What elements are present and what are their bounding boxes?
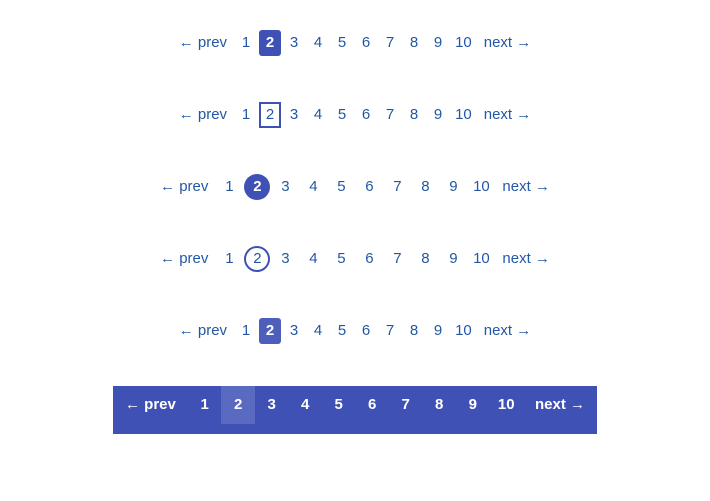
page-button-9[interactable]: 9 — [427, 318, 449, 344]
prev-button[interactable]: ← prev — [173, 318, 233, 344]
pagination-bar-full: ← prev12345678910next → — [113, 386, 597, 434]
next-button[interactable]: next → — [496, 246, 556, 272]
page-button-10[interactable]: 10 — [468, 246, 494, 272]
page-button-6[interactable]: 6 — [356, 174, 382, 200]
page-button-4[interactable]: 4 — [307, 30, 329, 56]
page-button-9[interactable]: 9 — [456, 386, 490, 424]
page-button-8[interactable]: 8 — [412, 174, 438, 200]
prev-button[interactable]: ← prev — [173, 30, 233, 56]
prev-button[interactable]: ← prev — [113, 386, 188, 424]
page-button-3[interactable]: 3 — [283, 318, 305, 344]
page-button-1[interactable]: 1 — [216, 246, 242, 272]
prev-button[interactable]: ← prev — [154, 246, 214, 272]
prev-button[interactable]: ← prev — [173, 102, 233, 128]
page-button-2[interactable]: 2 — [259, 30, 281, 56]
page-button-4[interactable]: 4 — [288, 386, 322, 424]
pagination-circle-filled: ← prev12345678910next → — [105, 164, 605, 236]
page-button-8[interactable]: 8 — [412, 246, 438, 272]
page-button-4[interactable]: 4 — [307, 102, 329, 128]
page-button-2[interactable]: 2 — [244, 174, 270, 200]
page-button-1[interactable]: 1 — [235, 30, 257, 56]
page-button-10[interactable]: 10 — [451, 318, 476, 344]
page-button-3[interactable]: 3 — [272, 246, 298, 272]
next-button[interactable]: next → — [523, 386, 597, 424]
page-button-9[interactable]: 9 — [427, 30, 449, 56]
page-button-7[interactable]: 7 — [384, 174, 410, 200]
page-button-6[interactable]: 6 — [355, 30, 377, 56]
page-button-8[interactable]: 8 — [403, 102, 425, 128]
page-button-2[interactable]: 2 — [259, 102, 281, 128]
page-button-10[interactable]: 10 — [468, 174, 494, 200]
pagination-square-filled: ← prev12345678910next → — [105, 20, 605, 92]
page-button-3[interactable]: 3 — [272, 174, 298, 200]
page-button-3[interactable]: 3 — [255, 386, 289, 424]
pagination-square-outline: ← prev12345678910next → — [105, 92, 605, 164]
page-button-10[interactable]: 10 — [490, 386, 524, 424]
page-button-9[interactable]: 9 — [440, 246, 466, 272]
page-button-6[interactable]: 6 — [356, 246, 382, 272]
page-button-9[interactable]: 9 — [427, 102, 449, 128]
prev-button[interactable]: ← prev — [154, 174, 214, 200]
page-button-4[interactable]: 4 — [300, 174, 326, 200]
page-button-1[interactable]: 1 — [188, 386, 222, 424]
page-button-10[interactable]: 10 — [451, 30, 476, 56]
next-button[interactable]: next → — [478, 30, 538, 56]
page-button-5[interactable]: 5 — [331, 102, 353, 128]
page-button-3[interactable]: 3 — [283, 30, 305, 56]
page-button-10[interactable]: 10 — [451, 102, 476, 128]
page-button-1[interactable]: 1 — [235, 102, 257, 128]
next-button[interactable]: next → — [478, 318, 538, 344]
page-button-7[interactable]: 7 — [379, 30, 401, 56]
next-button[interactable]: next → — [496, 174, 556, 200]
page-button-5[interactable]: 5 — [328, 246, 354, 272]
page-button-6[interactable]: 6 — [355, 318, 377, 344]
page-button-4[interactable]: 4 — [300, 246, 326, 272]
page-button-5[interactable]: 5 — [331, 318, 353, 344]
pagination-circle-outline: ← prev12345678910next → — [105, 236, 605, 308]
page-button-1[interactable]: 1 — [216, 174, 242, 200]
page-button-2[interactable]: 2 — [259, 318, 281, 344]
page-button-5[interactable]: 5 — [328, 174, 354, 200]
page-button-6[interactable]: 6 — [355, 102, 377, 128]
page-button-7[interactable]: 7 — [379, 102, 401, 128]
next-button[interactable]: next → — [478, 102, 538, 128]
page-button-5[interactable]: 5 — [322, 386, 356, 424]
page-button-3[interactable]: 3 — [283, 102, 305, 128]
page-button-8[interactable]: 8 — [422, 386, 456, 424]
page-button-4[interactable]: 4 — [307, 318, 329, 344]
page-button-8[interactable]: 8 — [403, 318, 425, 344]
page-button-1[interactable]: 1 — [235, 318, 257, 344]
page-button-2[interactable]: 2 — [244, 246, 270, 272]
page-button-5[interactable]: 5 — [331, 30, 353, 56]
page-button-7[interactable]: 7 — [379, 318, 401, 344]
page-button-6[interactable]: 6 — [355, 386, 389, 424]
page-button-7[interactable]: 7 — [389, 386, 423, 424]
page-button-8[interactable]: 8 — [403, 30, 425, 56]
pagination-rounded-filled: ← prev12345678910next → — [105, 308, 605, 380]
page-button-9[interactable]: 9 — [440, 174, 466, 200]
page-button-7[interactable]: 7 — [384, 246, 410, 272]
page-button-2[interactable]: 2 — [221, 386, 255, 424]
